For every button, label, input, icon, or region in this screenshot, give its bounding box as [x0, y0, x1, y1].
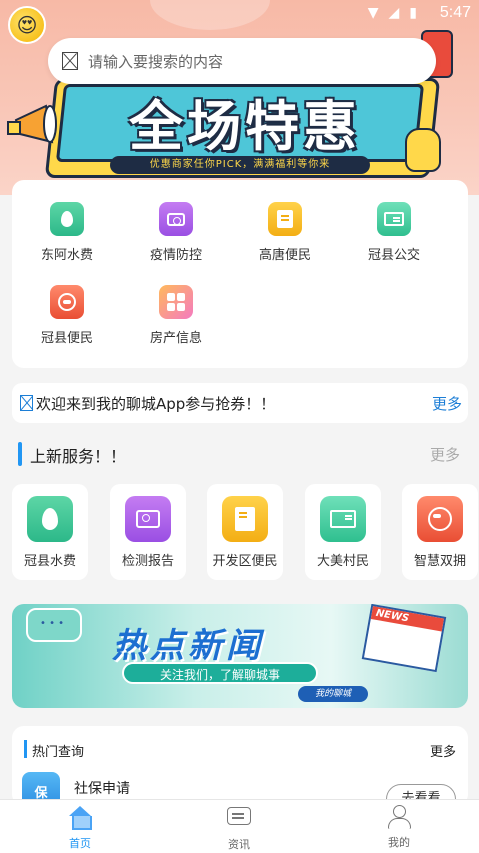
grid-item-dongashuifei[interactable]: 东阿水费 — [17, 202, 117, 272]
search-placeholder: 请输入要搜索的内容 — [88, 52, 224, 71]
grid-item-gaotangbianmin[interactable]: 高唐便民 — [235, 202, 335, 272]
tab-label: 我的 — [388, 836, 410, 849]
battery-icon: ▮ — [409, 5, 417, 21]
status-icons: ▼ ◢ ▮ — [368, 5, 417, 21]
water-drop-icon — [50, 202, 84, 236]
bottom-tab-bar: 首页 资讯 我的 — [0, 799, 479, 853]
avatar[interactable]: 😍 — [8, 6, 46, 44]
card-icon — [377, 202, 411, 236]
grid-item-guanxiangongjiao[interactable]: 冠县公交 — [344, 202, 444, 272]
notice-icon — [20, 395, 33, 411]
notice-bar[interactable]: 欢迎来到我的聊城App参与抢券！！ 更多 — [12, 383, 468, 423]
tab-label: 首页 — [69, 837, 91, 850]
grid-item-label: 冠县公交 — [367, 248, 420, 263]
section-accent-bar — [24, 740, 27, 758]
status-time: 5:47 — [439, 4, 471, 21]
banner-subtitle: 优惠商家任你PICK，满满福利等你来 — [110, 156, 370, 174]
service-card-jiancebaogao[interactable]: 检测报告 — [110, 484, 186, 580]
tab-news[interactable]: 资讯 — [199, 804, 279, 852]
apps-icon — [159, 285, 193, 319]
service-card-label: 冠县水费 — [23, 554, 76, 569]
wifi-icon: ▼ — [367, 5, 379, 21]
tab-label: 资讯 — [228, 838, 250, 851]
signal-icon: ◢ — [388, 5, 400, 21]
notice-text: 欢迎来到我的聊城App参与抢券！！ — [36, 394, 276, 413]
phone-icon — [50, 285, 84, 319]
grid-item-yiqingfangkong[interactable]: 疫情防控 — [126, 202, 226, 272]
bookmark-icon — [268, 202, 302, 236]
emoji-face-icon: 😍 — [16, 13, 38, 37]
grid-item-label: 东阿水费 — [40, 248, 93, 263]
newspaper-icon: NEWS — [361, 604, 447, 673]
hot-query-more-link[interactable]: 更多 — [430, 741, 456, 760]
news-banner-subtitle: 关注我们，了解聊城事 — [122, 662, 318, 684]
grid-item-label: 疫情防控 — [149, 248, 202, 263]
service-card-guanxianshuifei[interactable]: 冠县水费 — [12, 484, 88, 580]
grid-item-fangchanxinxi[interactable]: 房产信息 — [126, 285, 226, 355]
search-icon — [62, 52, 78, 70]
grid-item-label: 高唐便民 — [258, 248, 311, 263]
section-title: 上新服务！！ — [30, 447, 127, 466]
hand-decoration — [405, 128, 441, 172]
news-banner[interactable]: 热点新闻 关注我们，了解聊城事 我的聊城 NEWS — [12, 604, 468, 708]
grid-item-guanxianbianmin[interactable]: 冠县便民 — [17, 285, 117, 355]
phone-icon — [417, 496, 463, 542]
news-banner-tag: 我的聊城 — [298, 686, 368, 702]
service-grid: 东阿水费 疫情防控 高唐便民 冠县公交 冠县便民 房产信息 — [12, 180, 468, 368]
notice-more-link[interactable]: 更多 — [432, 393, 462, 414]
camera-icon — [125, 496, 171, 542]
status-bar: ▼ ◢ ▮ 5:47 — [0, 0, 479, 28]
service-card-kaifaqubianmin[interactable]: 开发区便民 — [207, 484, 283, 580]
section-accent-bar — [18, 442, 22, 466]
search-input[interactable]: 请输入要搜索的内容 — [48, 38, 436, 84]
tab-profile[interactable]: 我的 — [359, 804, 439, 850]
newspaper-label: NEWS — [370, 606, 444, 632]
new-services-more-link[interactable]: 更多 — [430, 444, 460, 465]
chat-bubble-icon — [26, 608, 82, 642]
grid-item-label: 房产信息 — [149, 331, 202, 346]
service-card-label: 智慧双拥 — [413, 554, 466, 569]
service-card-zhihuishuangyong[interactable]: 智慧双拥 — [402, 484, 478, 580]
new-services-header: 上新服务！！ 更多 — [18, 441, 464, 467]
bookmark-icon — [222, 496, 268, 542]
home-icon — [67, 806, 93, 832]
service-card-label: 开发区便民 — [212, 554, 278, 569]
service-card-label: 检测报告 — [121, 554, 174, 569]
banner-title: 全场特惠 — [129, 95, 361, 158]
camera-icon — [159, 202, 193, 236]
water-drop-icon — [27, 496, 73, 542]
card-icon — [320, 496, 366, 542]
tab-home[interactable]: 首页 — [40, 804, 120, 851]
news-banner-title: 热点新闻 — [112, 626, 264, 666]
hot-query-title: 热门查询 — [32, 745, 85, 760]
service-card-label: 大美村民 — [316, 554, 369, 569]
user-icon — [386, 805, 412, 831]
promo-banner[interactable]: 全场特惠 优惠商家任你PICK，满满福利等你来 — [0, 0, 479, 195]
megaphone-icon — [7, 104, 57, 144]
service-card-dameicunmin[interactable]: 大美村民 — [305, 484, 381, 580]
grid-item-label: 冠县便民 — [40, 331, 93, 346]
hot-query-card: 热门查询 更多 保 社保申请 去看看 — [12, 726, 468, 806]
chat-icon — [226, 807, 252, 833]
hot-item-label[interactable]: 社保申请 — [74, 778, 130, 798]
